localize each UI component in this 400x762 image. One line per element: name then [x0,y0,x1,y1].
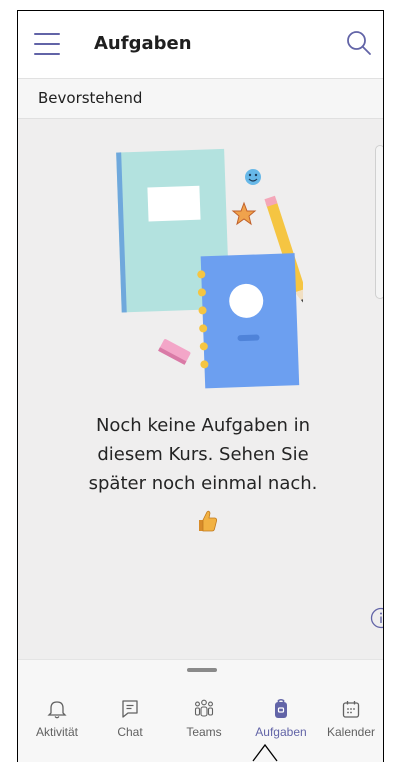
empty-state-message: Noch keine Aufgaben in diesem Kurs. Sehe… [58,411,348,498]
teams-icon [194,699,214,717]
assignments-icon [275,698,287,718]
section-label-upcoming: Bevorstehend [38,89,143,107]
chat-icon [122,700,138,718]
app-header: Aufgaben [18,11,383,79]
tab-label: Chat [117,725,143,739]
pointer-caret-icon [252,743,278,762]
info-icon[interactable] [370,607,384,629]
tab-teams[interactable]: Teams [169,698,239,758]
empty-state-line-2: diesem Kurs. Sehen Sie [97,444,309,465]
hamburger-menu-icon[interactable] [34,33,60,55]
bottom-tab-bar: Aktivität Chat Teams Aufgaben Kalender [18,659,383,762]
tab-label: Aktivität [35,725,78,739]
tab-activity[interactable]: Aktivität [22,698,92,758]
empty-state-illustration [116,148,303,389]
tab-label: Kalender [326,725,376,739]
tab-label: Aufgaben [255,725,307,739]
section-header: Bevorstehend [18,79,383,119]
empty-state-line-1: Noch keine Aufgaben in [95,415,311,436]
calendar-icon [342,701,360,718]
tab-calendar[interactable]: Kalender [316,698,383,758]
drag-handle[interactable] [187,668,217,672]
search-icon[interactable] [345,29,373,57]
empty-state-line-3: später noch einmal nach. [88,473,318,494]
page-title: Aufgaben [94,33,192,54]
app-frame: Aufgaben Bevorstehend Noch keine Aufgabe… [17,10,384,762]
tab-label: Teams [186,725,222,739]
thumbs-up-icon [199,510,217,532]
bell-icon [47,701,67,719]
tab-chat[interactable]: Chat [95,698,165,758]
scroll-indicator[interactable] [375,145,383,299]
